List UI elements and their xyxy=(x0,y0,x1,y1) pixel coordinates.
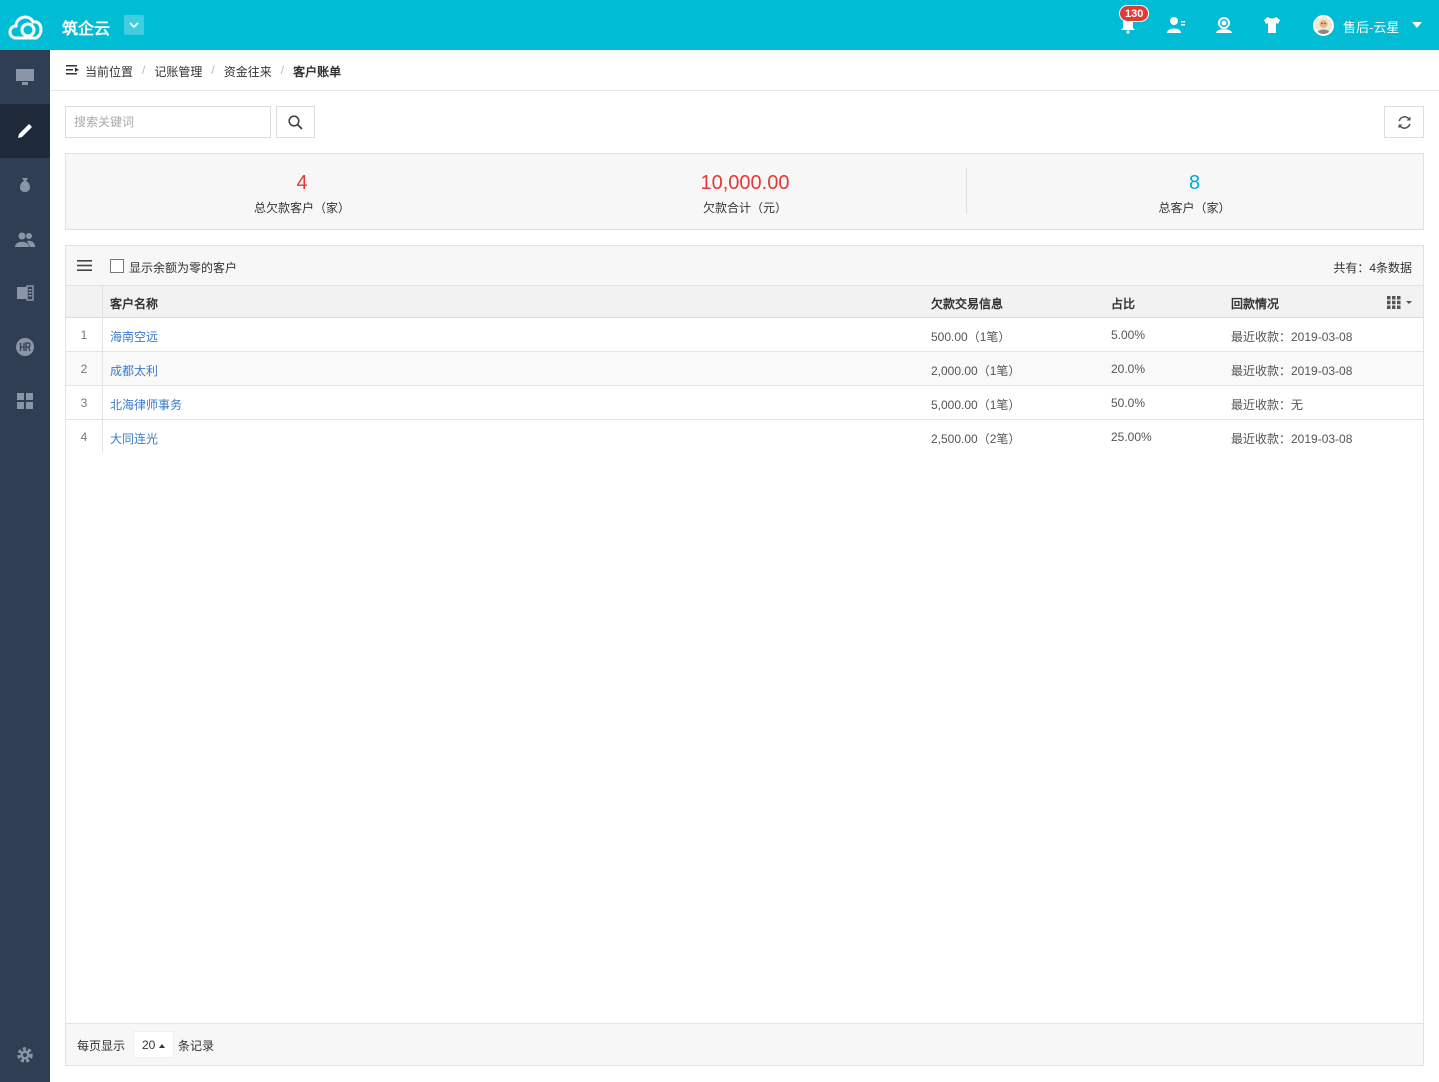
row-number: 2 xyxy=(80,362,88,376)
grid-icon xyxy=(17,393,33,409)
customer-link[interactable]: 大同连光 xyxy=(110,430,158,447)
sidebar-item-customers[interactable] xyxy=(0,212,50,266)
breadcrumb-current: 客户账单 xyxy=(293,65,342,79)
column-header-debt-info[interactable]: 欠款交易信息 xyxy=(931,295,1003,312)
show-zero-balance-checkbox[interactable] xyxy=(110,259,124,273)
caret-down-icon xyxy=(1406,301,1412,304)
avatar[interactable] xyxy=(1313,15,1334,36)
app-switch-dropdown[interactable] xyxy=(124,15,144,35)
table-header: 客户名称 欠款交易信息 占比 回款情况 xyxy=(66,286,1423,318)
total-count: 共有：4条数据 xyxy=(1333,261,1412,275)
search-icon xyxy=(288,114,303,130)
stat-label: 欠款合计（元） xyxy=(702,201,787,215)
ratio: 5.00% xyxy=(1111,328,1146,342)
breadcrumb-item-accounting[interactable]: 记账管理 xyxy=(154,63,202,80)
table-row[interactable]: 3 北海律师事务 5,000.00（1笔） 50.0% 最近收款：无 xyxy=(66,386,1423,420)
per-page-value: 20 xyxy=(142,1038,156,1052)
table-toolbar: 显示余额为零的客户 共有：4条数据 xyxy=(66,246,1423,286)
pagination-footer: 每页显示 20 条记录 xyxy=(65,1024,1424,1066)
stat-debt-total: 10,000.00 欠款合计（元） xyxy=(538,154,952,229)
payment-status: 最近收款：无 xyxy=(1231,398,1304,412)
refresh-icon xyxy=(1397,115,1411,129)
payment-status: 最近收款：2019-03-08 xyxy=(1231,330,1353,344)
debt-info: 2,000.00（1笔） xyxy=(931,364,1021,378)
search-button[interactable] xyxy=(276,106,315,138)
chevron-down-icon xyxy=(129,22,139,28)
stat-label: 总欠款客户（家） xyxy=(253,201,350,215)
pencil-icon xyxy=(18,124,32,138)
indent-icon xyxy=(66,65,79,75)
stat-label: 总客户（家） xyxy=(1158,201,1231,215)
stat-total-customers: 8 总客户（家） xyxy=(966,154,1423,229)
sidebar-item-dashboard[interactable] xyxy=(0,50,50,104)
debt-info: 5,000.00（1笔） xyxy=(931,398,1021,412)
stats-panel: 4 总欠款客户（家） 10,000.00 欠款合计（元） 8 总客户（家） xyxy=(65,153,1424,230)
table-panel: 显示余额为零的客户 共有：4条数据 客户名称 欠款交易信息 占比 回款情况 1 … xyxy=(65,245,1424,1024)
users-icon xyxy=(15,232,35,247)
ratio: 20.0% xyxy=(1111,362,1146,376)
table-row[interactable]: 4 大同连光 2,500.00（2笔） 25.00% 最近收款：2019-03-… xyxy=(66,420,1423,454)
column-header-ratio[interactable]: 占比 xyxy=(1111,295,1135,312)
ratio: 50.0% xyxy=(1111,396,1146,410)
settings-button[interactable] xyxy=(15,1045,35,1065)
logo-icon[interactable] xyxy=(6,8,44,42)
notification-badge[interactable]: 130 xyxy=(1119,5,1150,22)
sidebar-item-office[interactable] xyxy=(0,266,50,320)
debt-info: 500.00（1笔） xyxy=(931,330,1011,344)
columns-grid-icon xyxy=(1387,296,1401,309)
top-bar: 筑企云 130 售后-云星 xyxy=(0,0,1439,50)
row-number: 3 xyxy=(80,396,88,410)
column-divider xyxy=(102,286,103,452)
user-card-icon[interactable] xyxy=(1164,13,1188,37)
caret-up-icon xyxy=(159,1044,165,1048)
show-zero-balance-label[interactable]: 显示余额为零的客户 xyxy=(129,259,237,276)
stat-debtor-customers: 4 总欠款客户（家） xyxy=(66,154,538,229)
user-name[interactable]: 售后-云星 xyxy=(1343,17,1399,36)
menu-icon[interactable] xyxy=(77,259,92,272)
office-icon xyxy=(17,285,34,301)
hr-icon xyxy=(16,338,34,356)
payment-status: 最近收款：2019-03-08 xyxy=(1231,364,1353,378)
support-icon[interactable] xyxy=(1212,13,1236,37)
customer-link[interactable]: 成都太利 xyxy=(110,362,158,379)
column-header-payment[interactable]: 回款情况 xyxy=(1231,295,1279,312)
per-page-select[interactable]: 20 xyxy=(133,1031,174,1058)
sidebar-item-apps[interactable] xyxy=(0,374,50,428)
customer-link[interactable]: 北海律师事务 xyxy=(110,396,182,413)
table-row[interactable]: 2 成都太利 2,000.00（1笔） 20.0% 最近收款：2019-03-0… xyxy=(66,352,1423,386)
breadcrumb-prefix: 当前位置 xyxy=(85,65,134,79)
app-title: 筑企云 xyxy=(62,21,111,38)
breadcrumb: 当前位置 / 记账管理 / 资金往来 / 客户账单 xyxy=(50,50,1439,91)
per-page-label: 每页显示 xyxy=(77,1039,126,1053)
records-label: 条记录 xyxy=(178,1039,215,1053)
ratio: 25.00% xyxy=(1111,430,1152,444)
caret-down-icon[interactable] xyxy=(1412,22,1422,28)
row-number: 4 xyxy=(80,430,88,444)
monitor-icon xyxy=(16,69,34,85)
sidebar-item-finance[interactable] xyxy=(0,158,50,212)
gear-icon xyxy=(17,1047,33,1063)
sidebar xyxy=(0,50,50,1082)
sidebar-item-hr[interactable] xyxy=(0,320,50,374)
column-picker-button[interactable] xyxy=(1387,296,1413,309)
money-bag-icon xyxy=(20,178,30,192)
search-input[interactable] xyxy=(65,106,271,138)
stat-value: 4 xyxy=(296,172,308,194)
customer-link[interactable]: 海南空远 xyxy=(110,328,158,345)
breadcrumb-item-funds[interactable]: 资金往来 xyxy=(224,63,272,80)
stat-value: 8 xyxy=(1188,172,1201,194)
stat-value: 10,000.00 xyxy=(700,172,790,194)
column-header-customer[interactable]: 客户名称 xyxy=(110,295,158,312)
shirt-icon[interactable] xyxy=(1260,13,1284,37)
payment-status: 最近收款：2019-03-08 xyxy=(1231,432,1353,446)
debt-info: 2,500.00（2笔） xyxy=(931,432,1021,446)
sidebar-item-accounting[interactable] xyxy=(0,104,50,158)
refresh-button[interactable] xyxy=(1384,106,1424,138)
table-row[interactable]: 1 海南空远 500.00（1笔） 5.00% 最近收款：2019-03-08 xyxy=(66,318,1423,352)
row-number: 1 xyxy=(80,328,88,342)
